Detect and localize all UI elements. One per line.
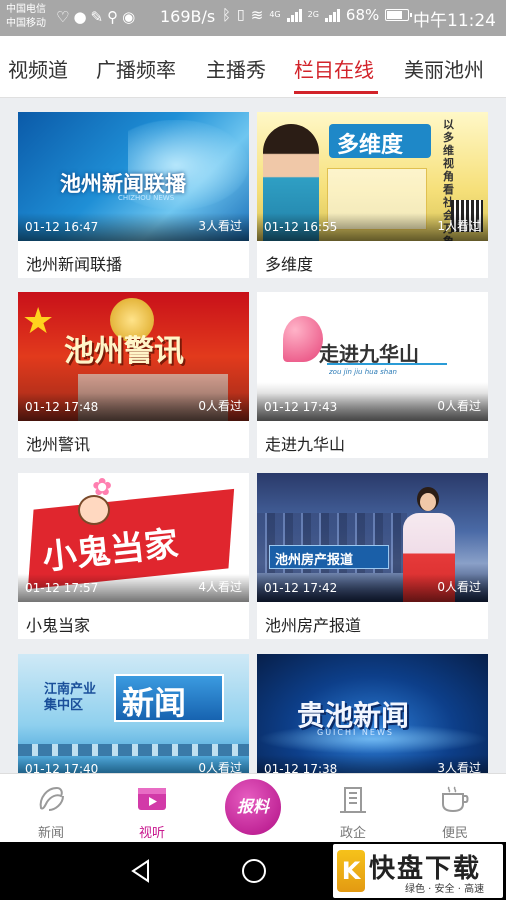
video-views: 4人看过 <box>198 580 242 594</box>
pin-icon: ⚲ <box>107 8 119 26</box>
net-2g-label: 2G <box>307 10 319 19</box>
tool-icon: ✎ <box>90 8 104 26</box>
video-title: 走进九华山 <box>265 435 346 454</box>
video-thumbnail[interactable]: ✿ 小鬼当家 01-12 17:57 4人看过 <box>18 473 249 602</box>
nav-item-government[interactable]: 政企 <box>313 774 393 843</box>
video-card[interactable]: 池州新闻联播 CHIZHOU NEWS 01-12 16:47 3人看过 池州新… <box>18 112 249 278</box>
nav-item-news[interactable]: 新闻 <box>11 774 91 843</box>
signal-4g-icon <box>286 8 302 22</box>
cartoon-face-icon <box>78 495 110 525</box>
video-views: 3人看过 <box>437 761 481 773</box>
net-4g-label: 4G <box>269 10 281 19</box>
video-title: 小鬼当家 <box>26 616 91 635</box>
app-icon: ◉ <box>122 8 136 26</box>
video-card[interactable]: 多维度 以多维视角看社会万象 01-12 16:55 1人看过 多维度 <box>257 112 488 278</box>
video-views: 1人看过 <box>437 219 481 233</box>
heartbeat-icon: ♡ <box>56 8 70 26</box>
nav-item-services[interactable]: 便民 <box>415 774 495 843</box>
vibrate-icon: ▯ <box>237 7 245 23</box>
back-icon[interactable] <box>128 858 154 884</box>
video-date: 01-12 16:55 <box>264 220 338 234</box>
watermark-slogan: 绿色 · 安全 · 高速 <box>405 884 485 895</box>
watermark-logo: K <box>337 850 365 892</box>
message-icon: ● <box>73 8 87 26</box>
video-views: 0人看过 <box>198 761 242 773</box>
video-thumbnail[interactable]: ★ 池州警讯 01-12 17:48 0人看过 <box>18 292 249 421</box>
video-thumbnail[interactable]: 多维度 以多维视角看社会万象 01-12 16:55 1人看过 <box>257 112 488 241</box>
nav-label: 新闻 <box>37 826 64 841</box>
carrier-1: 中国电信 <box>6 4 46 15</box>
thumbnail-subtitle-text: GUICHI NEWS <box>317 728 394 737</box>
video-date: 01-12 17:40 <box>25 762 99 773</box>
video-title: 池州房产报道 <box>265 616 362 635</box>
video-date: 01-12 17:43 <box>264 400 338 414</box>
video-views: 0人看过 <box>437 580 481 594</box>
download-site-watermark: K 快盘下载 绿色 · 安全 · 高速 <box>333 844 503 898</box>
video-date: 01-12 16:47 <box>25 220 99 234</box>
video-icon <box>138 788 166 810</box>
video-card[interactable]: 江南产业集中区 新闻 01-12 17:40 0人看过 <box>18 654 249 773</box>
battery-icon <box>385 9 413 21</box>
building-icon <box>340 787 366 813</box>
thumbnail-title-text: 池州警讯 <box>64 334 184 369</box>
nav-label: 视听 <box>138 826 165 841</box>
video-views: 0人看过 <box>437 399 481 413</box>
cup-icon <box>442 786 469 813</box>
thumbnail-title-text: 多维度 <box>337 133 404 158</box>
video-date: 01-12 17:42 <box>264 581 338 595</box>
nav-label: 便民 <box>441 826 468 841</box>
notification-icons: ♡ ● ✎ ⚲ ◉ <box>56 8 135 26</box>
news-icon <box>39 786 64 811</box>
battery-percent: 68% <box>345 6 380 24</box>
video-grid: 池州新闻联播 CHIZHOU NEWS 01-12 16:47 3人看过 池州新… <box>0 98 506 773</box>
video-title: 多维度 <box>265 255 314 274</box>
thumbnail-title-text: 新闻 <box>122 684 187 722</box>
carrier-info: 中国电信 中国移动 <box>6 3 46 31</box>
video-title: 池州警讯 <box>26 435 91 454</box>
video-card[interactable]: 贵池新闻 GUICHI NEWS 01-12 17:38 3人看过 <box>257 654 488 773</box>
video-card[interactable]: 池州房产报道 01-12 17:42 0人看过 池州房产报道 <box>257 473 488 639</box>
video-date: 01-12 17:57 <box>25 581 99 595</box>
video-date: 01-12 17:48 <box>25 400 99 414</box>
video-card[interactable]: ✿ 小鬼当家 01-12 17:57 4人看过 小鬼当家 <box>18 473 249 639</box>
nav-label: 政企 <box>339 826 366 841</box>
star-icon: ★ <box>22 301 55 342</box>
thumbnail-title-text: 池州房产报道 <box>275 553 354 568</box>
tab-video-channel[interactable]: 视频道 <box>8 54 68 83</box>
wifi-icon: ≋ <box>250 6 264 24</box>
carrier-2: 中国移动 <box>6 18 46 29</box>
video-views: 0人看过 <box>198 399 242 413</box>
nav-item-video[interactable]: 视听 <box>112 774 192 843</box>
thumbnail-subtitle-text: zou jin jiu hua shan <box>329 368 397 376</box>
thumbnail-slogan-text: 江南产业集中区 <box>44 682 97 713</box>
video-card[interactable]: 走进九华山 zou jin jiu hua shan 01-12 17:43 0… <box>257 292 488 458</box>
home-icon[interactable] <box>240 857 268 885</box>
clock: 中午11:24 <box>413 11 496 31</box>
video-thumbnail[interactable]: 走进九华山 zou jin jiu hua shan 01-12 17:43 0… <box>257 292 488 421</box>
signal-2g-icon <box>324 8 340 22</box>
channel-tabs: 视频道 广播频率 主播秀 栏目在线 美丽池州 <box>0 36 506 98</box>
lotus-icon <box>283 316 323 362</box>
status-bar: 中国电信 中国移动 ♡ ● ✎ ⚲ ◉ 169B/s ᛒ ▯ ≋ 4G 2G 6… <box>0 0 506 36</box>
report-button-label: 报料 <box>225 779 281 835</box>
video-thumbnail[interactable]: 江南产业集中区 新闻 01-12 17:40 0人看过 <box>18 654 249 773</box>
video-date: 01-12 17:38 <box>264 762 338 773</box>
bluetooth-icon: ᛒ <box>222 6 232 24</box>
tab-programs-online[interactable]: 栏目在线 <box>294 54 374 83</box>
tab-radio[interactable]: 广播频率 <box>96 54 176 83</box>
video-thumbnail[interactable]: 池州房产报道 01-12 17:42 0人看过 <box>257 473 488 602</box>
active-tab-indicator <box>294 91 378 94</box>
tab-beautiful-chizhou[interactable]: 美丽池州 <box>404 54 484 83</box>
video-card[interactable]: ★ 池州警讯 01-12 17:48 0人看过 池州警讯 <box>18 292 249 458</box>
report-button[interactable]: 报料 <box>221 775 285 839</box>
video-views: 3人看过 <box>198 219 242 233</box>
video-title: 池州新闻联播 <box>26 255 123 274</box>
thumbnail-subtitle-text: CHIZHOU NEWS <box>118 194 175 202</box>
tab-anchor-show[interactable]: 主播秀 <box>206 54 266 83</box>
network-speed: 169B/s <box>160 7 216 26</box>
video-thumbnail[interactable]: 池州新闻联播 CHIZHOU NEWS 01-12 16:47 3人看过 <box>18 112 249 241</box>
video-thumbnail[interactable]: 贵池新闻 GUICHI NEWS 01-12 17:38 3人看过 <box>257 654 488 773</box>
